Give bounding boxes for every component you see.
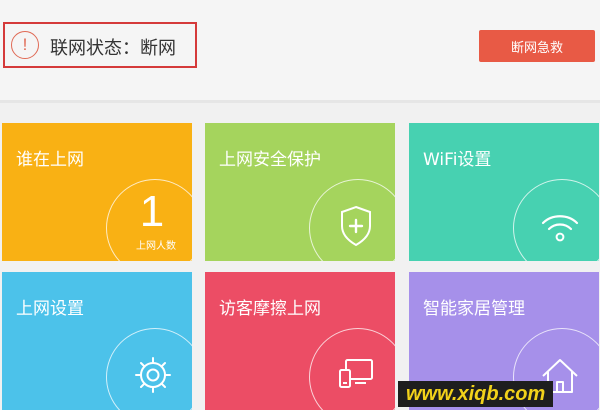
tile-label: 上网设置 xyxy=(16,299,84,319)
tile-internet-settings[interactable]: 上网设置 xyxy=(2,272,192,410)
online-user-count-caption: 上网人数 xyxy=(136,241,176,252)
tile-who-online[interactable]: 谁在上网 1 上网人数 xyxy=(2,123,192,261)
connection-status: ! 联网状态：断网 xyxy=(3,22,197,68)
site-watermark: www.xiqb.com xyxy=(398,381,554,407)
gear-icon xyxy=(128,350,178,400)
header-divider xyxy=(0,100,600,103)
guest-devices-icon xyxy=(331,350,381,400)
alert-icon: ! xyxy=(11,31,39,59)
tile-label: 访客摩擦上网 xyxy=(219,299,321,319)
network-emergency-button[interactable]: 断网急救 xyxy=(479,30,595,62)
tile-guest-network[interactable]: 访客摩擦上网 xyxy=(205,272,395,410)
tile-wifi-settings[interactable]: WiFi设置 xyxy=(409,123,599,261)
tile-label: WiFi设置 xyxy=(423,150,492,170)
shield-plus-icon xyxy=(331,201,381,251)
tile-label: 上网安全保护 xyxy=(219,150,321,170)
online-user-count: 1 xyxy=(139,187,165,236)
wifi-icon xyxy=(535,201,585,251)
tile-label: 智能家居管理 xyxy=(423,299,525,319)
connection-status-label: 联网状态：断网 xyxy=(50,38,176,59)
tile-label: 谁在上网 xyxy=(16,150,84,170)
tile-security-protection[interactable]: 上网安全保护 xyxy=(205,123,395,261)
